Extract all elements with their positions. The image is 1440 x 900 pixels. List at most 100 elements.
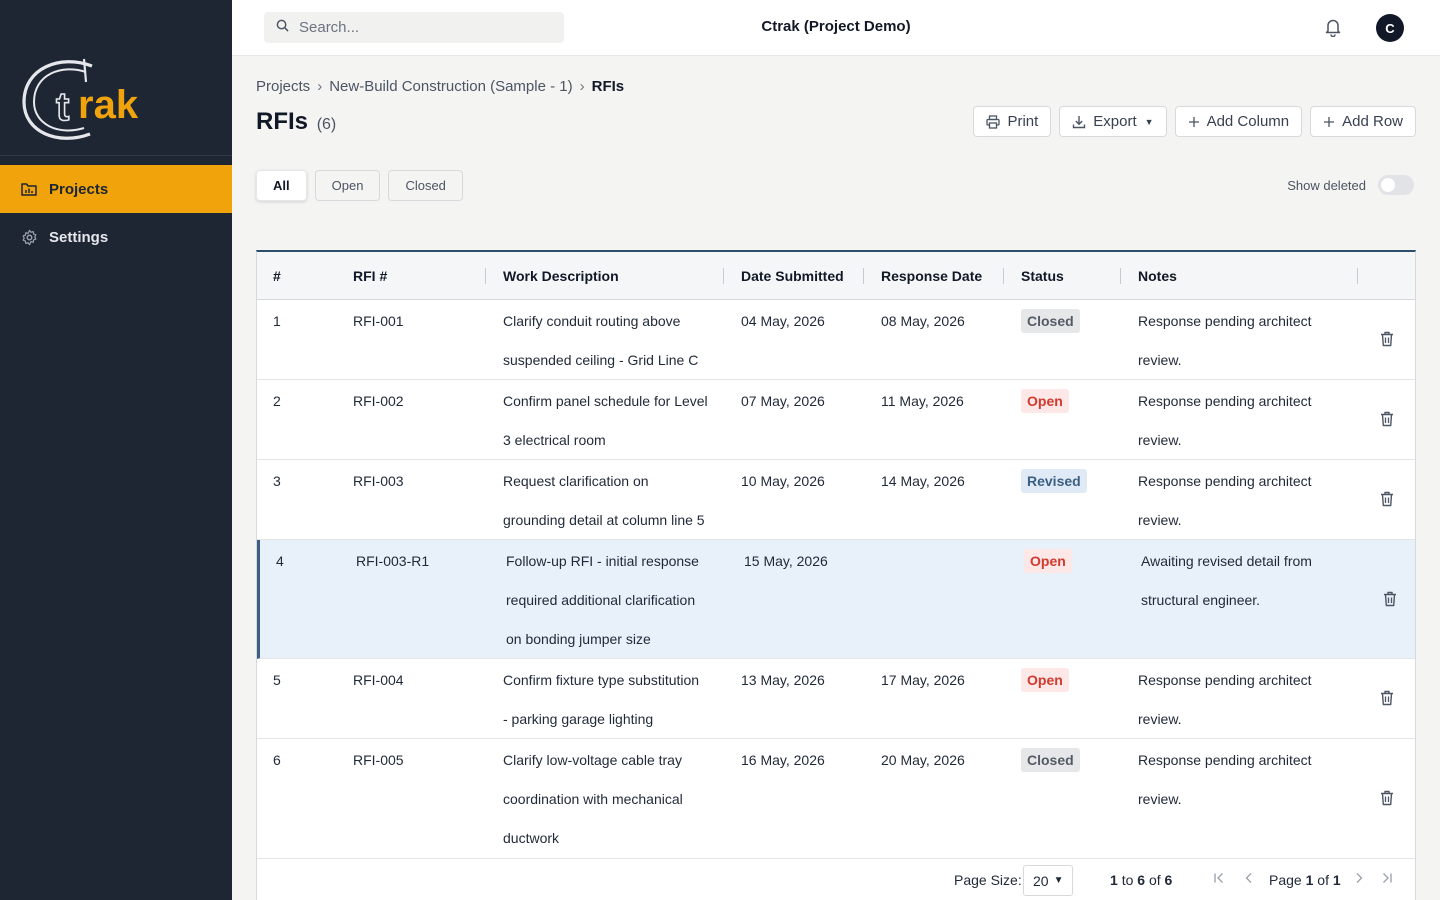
column-header-status[interactable]: Status bbox=[1021, 252, 1064, 300]
add-row-button[interactable]: Add Row bbox=[1310, 106, 1416, 137]
table-row[interactable]: 6 RFI-005 Clarify low-voltage cable tray co… bbox=[257, 739, 1415, 859]
notes-cell[interactable]: Awaiting revised detail from structural e… bbox=[1141, 542, 1312, 620]
search-input[interactable] bbox=[299, 19, 549, 36]
row-number-cell[interactable]: 6 bbox=[273, 741, 281, 780]
tab-closed[interactable]: Closed bbox=[388, 170, 463, 201]
tab-all[interactable]: All bbox=[256, 170, 307, 201]
rfi-number-cell[interactable]: RFI-003-R1 bbox=[356, 542, 429, 581]
rfi-number-cell[interactable]: RFI-002 bbox=[353, 382, 404, 421]
notes-cell-line: review. bbox=[1138, 512, 1182, 528]
export-label: Export bbox=[1093, 113, 1137, 130]
print-button[interactable]: Print bbox=[973, 106, 1052, 137]
status-cell[interactable]: Closed bbox=[1021, 302, 1080, 341]
breadcrumb-project[interactable]: New-Build Construction (Sample - 1) bbox=[329, 78, 572, 95]
date-submitted-cell[interactable]: 07 May, 2026 bbox=[741, 382, 825, 421]
notes-cell[interactable]: Response pending architect review. bbox=[1138, 382, 1312, 460]
top-bar: Ctrak (Project Demo) C bbox=[232, 0, 1440, 56]
rfi-number-cell[interactable]: RFI-005 bbox=[353, 741, 404, 780]
trash-icon[interactable] bbox=[1380, 411, 1394, 432]
status-badge: Closed bbox=[1021, 309, 1080, 333]
status-badge: Closed bbox=[1021, 748, 1080, 772]
status-cell[interactable]: Open bbox=[1021, 661, 1069, 700]
date-submitted-cell[interactable]: 13 May, 2026 bbox=[741, 661, 825, 700]
show-deleted-toggle[interactable] bbox=[1378, 175, 1414, 195]
first-page-icon[interactable] bbox=[1213, 871, 1225, 889]
work-description-cell[interactable]: Clarify low-voltage cable tray coordinati… bbox=[503, 741, 683, 858]
row-number-cell[interactable]: 1 bbox=[273, 302, 281, 341]
table-row[interactable]: 1 RFI-001 Clarify conduit routing above sus… bbox=[257, 300, 1415, 380]
last-page-icon[interactable] bbox=[1381, 871, 1393, 889]
trash-icon[interactable] bbox=[1380, 491, 1394, 512]
svg-text:t: t bbox=[56, 85, 69, 129]
trash-icon[interactable] bbox=[1380, 331, 1394, 352]
table-row[interactable]: 4 RFI-003-R1 Follow-up RFI - initial respo… bbox=[257, 540, 1415, 659]
trash-icon[interactable] bbox=[1380, 790, 1394, 811]
column-header-date-submitted[interactable]: Date Submitted bbox=[741, 252, 844, 300]
table-row[interactable]: 3 RFI-003 Request clarification on groundin… bbox=[257, 460, 1415, 540]
next-page-icon[interactable] bbox=[1353, 871, 1365, 889]
filter-tabs: All Open Closed bbox=[256, 170, 463, 201]
add-column-button[interactable]: Add Column bbox=[1174, 106, 1303, 137]
status-cell[interactable]: Revised bbox=[1021, 462, 1087, 501]
search-box[interactable] bbox=[264, 12, 564, 43]
caret-down-icon: ▼ bbox=[1053, 875, 1064, 886]
column-header-rfi[interactable]: RFI # bbox=[353, 252, 387, 300]
svg-text:rak: rak bbox=[78, 83, 139, 127]
caret-down-icon: ▼ bbox=[1144, 116, 1154, 127]
page-size-select[interactable]: 20 ▼ bbox=[1023, 865, 1073, 896]
work-description-cell[interactable]: Confirm fixture type substitution - parki… bbox=[503, 661, 699, 739]
bell-icon[interactable] bbox=[1324, 17, 1342, 42]
plus-icon bbox=[1188, 116, 1199, 127]
trash-icon[interactable] bbox=[1383, 591, 1397, 612]
date-submitted-cell[interactable]: 10 May, 2026 bbox=[741, 462, 825, 501]
response-date-cell[interactable]: 17 May, 2026 bbox=[881, 661, 965, 700]
date-submitted-cell[interactable]: 15 May, 2026 bbox=[744, 542, 828, 581]
status-cell[interactable]: Closed bbox=[1021, 741, 1080, 780]
export-button[interactable]: Export ▼ bbox=[1059, 106, 1167, 137]
row-number-cell[interactable]: 2 bbox=[273, 382, 281, 421]
table-row[interactable]: 5 RFI-004 Confirm fixture type substitutio… bbox=[257, 659, 1415, 739]
previous-page-icon[interactable] bbox=[1243, 871, 1255, 889]
column-header-notes[interactable]: Notes bbox=[1138, 252, 1177, 300]
add-column-label: Add Column bbox=[1206, 113, 1290, 130]
row-number-cell[interactable]: 3 bbox=[273, 462, 281, 501]
table-row[interactable]: 2 RFI-002 Confirm panel schedule for Level… bbox=[257, 380, 1415, 460]
work-description-cell-line: Request clarification on bbox=[503, 473, 649, 489]
status-cell[interactable]: Open bbox=[1024, 542, 1072, 581]
date-submitted-cell[interactable]: 16 May, 2026 bbox=[741, 741, 825, 780]
work-description-cell[interactable]: Request clarification on grounding detail… bbox=[503, 462, 705, 540]
add-row-label: Add Row bbox=[1342, 113, 1403, 130]
response-date-cell[interactable]: 20 May, 2026 bbox=[881, 741, 965, 780]
work-description-cell[interactable]: Follow-up RFI - initial response required… bbox=[506, 542, 699, 659]
row-number-cell[interactable]: 5 bbox=[273, 661, 281, 700]
notes-cell[interactable]: Response pending architect review. bbox=[1138, 741, 1312, 819]
avatar[interactable]: C bbox=[1376, 14, 1404, 42]
work-description-cell[interactable]: Confirm panel schedule for Level 3 electr… bbox=[503, 382, 708, 460]
rfi-number-cell[interactable]: RFI-004 bbox=[353, 661, 404, 700]
breadcrumb-projects[interactable]: Projects bbox=[256, 78, 310, 95]
status-cell[interactable]: Open bbox=[1021, 382, 1069, 421]
tab-open[interactable]: Open bbox=[314, 170, 381, 201]
response-date-cell[interactable]: 14 May, 2026 bbox=[881, 462, 965, 501]
notes-cell-line: Response pending architect bbox=[1138, 313, 1312, 329]
notes-cell[interactable]: Response pending architect review. bbox=[1138, 462, 1312, 540]
row-number-cell[interactable]: 4 bbox=[276, 542, 284, 581]
sidebar-item-projects[interactable]: Projects bbox=[0, 165, 232, 213]
rfi-number-cell[interactable]: RFI-001 bbox=[353, 302, 404, 341]
column-header-response-date[interactable]: Response Date bbox=[881, 252, 982, 300]
trash-icon[interactable] bbox=[1380, 690, 1394, 711]
work-description-cell-line: Clarify low-voltage cable tray bbox=[503, 752, 682, 768]
date-submitted-cell[interactable]: 04 May, 2026 bbox=[741, 302, 825, 341]
rfi-number-cell[interactable]: RFI-003 bbox=[353, 462, 404, 501]
notes-cell[interactable]: Response pending architect review. bbox=[1138, 302, 1312, 380]
notes-cell[interactable]: Response pending architect review. bbox=[1138, 661, 1312, 739]
table-header: # RFI # Work Description Date Submitted … bbox=[257, 252, 1415, 300]
response-date-cell[interactable]: 08 May, 2026 bbox=[881, 302, 965, 341]
page-indicator: Page 1 of 1 bbox=[1269, 872, 1341, 888]
response-date-cell[interactable]: 11 May, 2026 bbox=[881, 382, 964, 421]
column-header-num[interactable]: # bbox=[273, 252, 281, 300]
work-description-cell[interactable]: Clarify conduit routing above suspended c… bbox=[503, 302, 698, 380]
column-header-work-description[interactable]: Work Description bbox=[503, 252, 619, 300]
notes-cell-line: Response pending architect bbox=[1138, 672, 1312, 688]
sidebar-item-settings[interactable]: Settings bbox=[0, 213, 232, 261]
